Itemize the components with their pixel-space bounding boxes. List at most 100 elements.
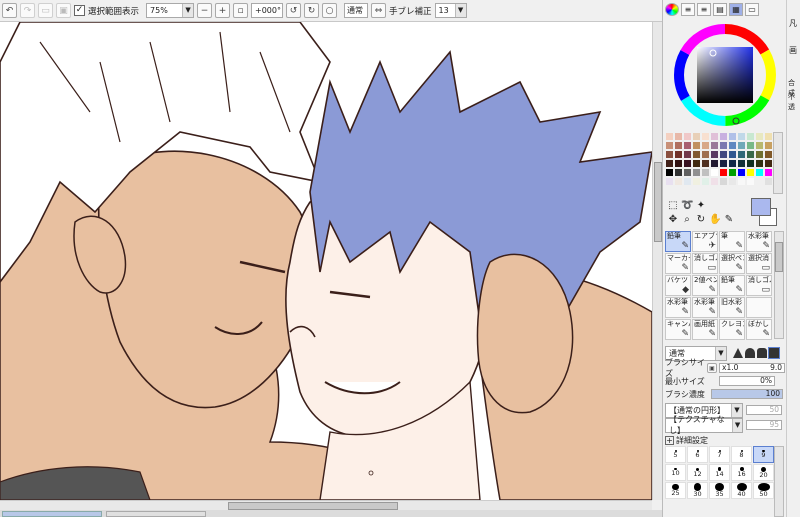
brush-size-preset[interactable]: 40 xyxy=(731,482,752,499)
palette-swatch[interactable] xyxy=(755,150,764,159)
rotate-icon[interactable]: ↻ xyxy=(695,214,707,226)
palette-swatch[interactable] xyxy=(764,168,773,177)
canvas-vertical-scrollbar[interactable] xyxy=(652,22,662,500)
invert-selection-button[interactable]: ▣ xyxy=(56,3,71,18)
palette-swatch[interactable] xyxy=(701,141,710,150)
rotate-left-button[interactable]: ↺ xyxy=(286,3,302,18)
brush-size-preset[interactable]: 30 xyxy=(687,482,708,499)
brush-tool-item[interactable]: 鉛筆 ✎ xyxy=(665,231,691,252)
palette-swatch[interactable] xyxy=(728,159,737,168)
palette-swatch[interactable] xyxy=(764,150,773,159)
brush-tool-item[interactable]: 消しゴム▭ xyxy=(746,275,772,296)
scratchpad-icon[interactable]: ▭ xyxy=(745,3,759,16)
rotate-reset-button[interactable]: ○ xyxy=(322,3,338,18)
palette-swatch[interactable] xyxy=(710,150,719,159)
brush-size-preset[interactable]: 16 xyxy=(731,464,752,481)
brush-tool-item[interactable]: 2値ペン ✎ xyxy=(692,275,718,296)
brush-size-preset[interactable]: 12 xyxy=(687,464,708,481)
brush-tool-item[interactable]: キャンバス アクリル✎ xyxy=(665,319,691,340)
brush-size-preset[interactable]: 8 xyxy=(731,446,752,463)
rect-select-icon[interactable]: ⬚ xyxy=(667,200,679,212)
stabilizer-select[interactable]: 13 ▼ xyxy=(434,3,467,18)
palette-swatch[interactable] xyxy=(719,168,728,177)
sharp-shape-icon[interactable] xyxy=(733,348,743,358)
brush-tool-item[interactable]: マーカー✎ xyxy=(665,253,691,274)
square-shape-icon[interactable] xyxy=(768,347,780,359)
palette-swatch[interactable] xyxy=(728,168,737,177)
palette-swatch[interactable] xyxy=(701,150,710,159)
rgb-slider-icon[interactable]: ≡ xyxy=(681,3,695,16)
density-slider[interactable]: 100 xyxy=(711,389,783,399)
expand-icon[interactable]: + xyxy=(665,435,674,445)
palette-swatch[interactable] xyxy=(719,159,728,168)
palette-swatch[interactable] xyxy=(692,150,701,159)
detail-settings-row[interactable]: + 詳細設定 xyxy=(665,434,785,446)
palette-swatch[interactable] xyxy=(710,132,719,141)
brush-tool-item[interactable]: 旧水彩 ✎ xyxy=(719,297,745,318)
brush-size-preset[interactable]: 6 xyxy=(687,446,708,463)
lasso-icon[interactable]: ➰ xyxy=(681,200,693,212)
palette-swatch[interactable] xyxy=(737,150,746,159)
brush-tool-item[interactable]: 消しゴム▭ xyxy=(692,253,718,274)
hand-icon[interactable]: ✋ xyxy=(709,214,721,226)
palette-swatch[interactable] xyxy=(683,132,692,141)
palette-swatch[interactable] xyxy=(746,177,755,186)
palette-swatch[interactable] xyxy=(674,177,683,186)
zoom-select[interactable]: 75% ▼ xyxy=(146,3,195,18)
brush-tool-item[interactable] xyxy=(746,297,772,318)
brush-tool-item[interactable]: 水彩筆 3✎ xyxy=(665,297,691,318)
mix-icon[interactable]: ▤ xyxy=(713,3,727,16)
rotate-right-button[interactable]: ↻ xyxy=(304,3,320,18)
foreground-color-swatch[interactable] xyxy=(751,198,771,216)
brush-tool-item[interactable]: 鉛筆 ✎ xyxy=(719,275,745,296)
palette-swatch[interactable] xyxy=(701,168,710,177)
brush-tool-item[interactable]: 選択消 ▭ xyxy=(746,253,772,274)
undo-button[interactable]: ↶ xyxy=(2,3,17,18)
brush-tool-item[interactable]: 水彩筆 ✎ xyxy=(746,231,772,252)
palette-swatch[interactable] xyxy=(692,132,701,141)
palette-swatch[interactable] xyxy=(683,141,692,150)
redo-button[interactable]: ↷ xyxy=(20,3,35,18)
brush-tool-item[interactable]: 画用紙 アクリル✎ xyxy=(692,319,718,340)
palette-swatch[interactable] xyxy=(737,132,746,141)
palette-swatch[interactable] xyxy=(719,132,728,141)
palette-swatch[interactable] xyxy=(674,132,683,141)
palette-swatch[interactable] xyxy=(719,141,728,150)
palette-swatch[interactable] xyxy=(737,141,746,150)
palette-swatch[interactable] xyxy=(728,150,737,159)
palette-swatch[interactable] xyxy=(764,177,773,186)
zoom-icon[interactable]: ⌕ xyxy=(681,214,693,226)
palette-swatch[interactable] xyxy=(710,177,719,186)
palette-swatch[interactable] xyxy=(719,177,728,186)
canvas-horizontal-scrollbar[interactable] xyxy=(0,500,652,510)
palette-swatch[interactable] xyxy=(728,141,737,150)
brush-size-preset[interactable]: 20 xyxy=(753,464,774,481)
texture-select[interactable]: 【テクスチャなし】 ▼ xyxy=(665,415,743,435)
view-mode-select[interactable]: 通常 xyxy=(344,3,369,18)
palette-swatch[interactable] xyxy=(719,150,728,159)
palette-swatch[interactable] xyxy=(710,168,719,177)
eyedropper-icon[interactable]: ✎ xyxy=(723,214,735,226)
palette-swatch[interactable] xyxy=(737,159,746,168)
palette-swatch[interactable] xyxy=(755,132,764,141)
rotation-select[interactable]: +000° xyxy=(251,3,284,18)
palette-swatch[interactable] xyxy=(746,159,755,168)
brush-size-preset[interactable]: 35 xyxy=(709,482,730,499)
palette-swatch[interactable] xyxy=(701,132,710,141)
palette-swatch[interactable] xyxy=(692,177,701,186)
brush-size-preset[interactable]: 10 xyxy=(665,464,686,481)
flip-button[interactable]: ⇔ xyxy=(371,3,387,18)
deselect-button[interactable]: ▭ xyxy=(38,3,53,18)
scrollbar-thumb[interactable] xyxy=(775,242,783,272)
brush-size-slider[interactable]: x1.0 9.0 xyxy=(719,363,785,373)
palette-swatch[interactable] xyxy=(737,177,746,186)
brush-tool-item[interactable]: 選択ペン✎ xyxy=(719,253,745,274)
min-size-slider[interactable]: 0% xyxy=(719,376,775,386)
palette-swatch[interactable] xyxy=(755,159,764,168)
move-icon[interactable]: ✥ xyxy=(667,214,679,226)
palette-swatch[interactable] xyxy=(692,159,701,168)
palette-swatch[interactable] xyxy=(674,150,683,159)
palette-swatch[interactable] xyxy=(710,159,719,168)
palette-swatch[interactable] xyxy=(755,141,764,150)
palette-swatch[interactable] xyxy=(764,141,773,150)
